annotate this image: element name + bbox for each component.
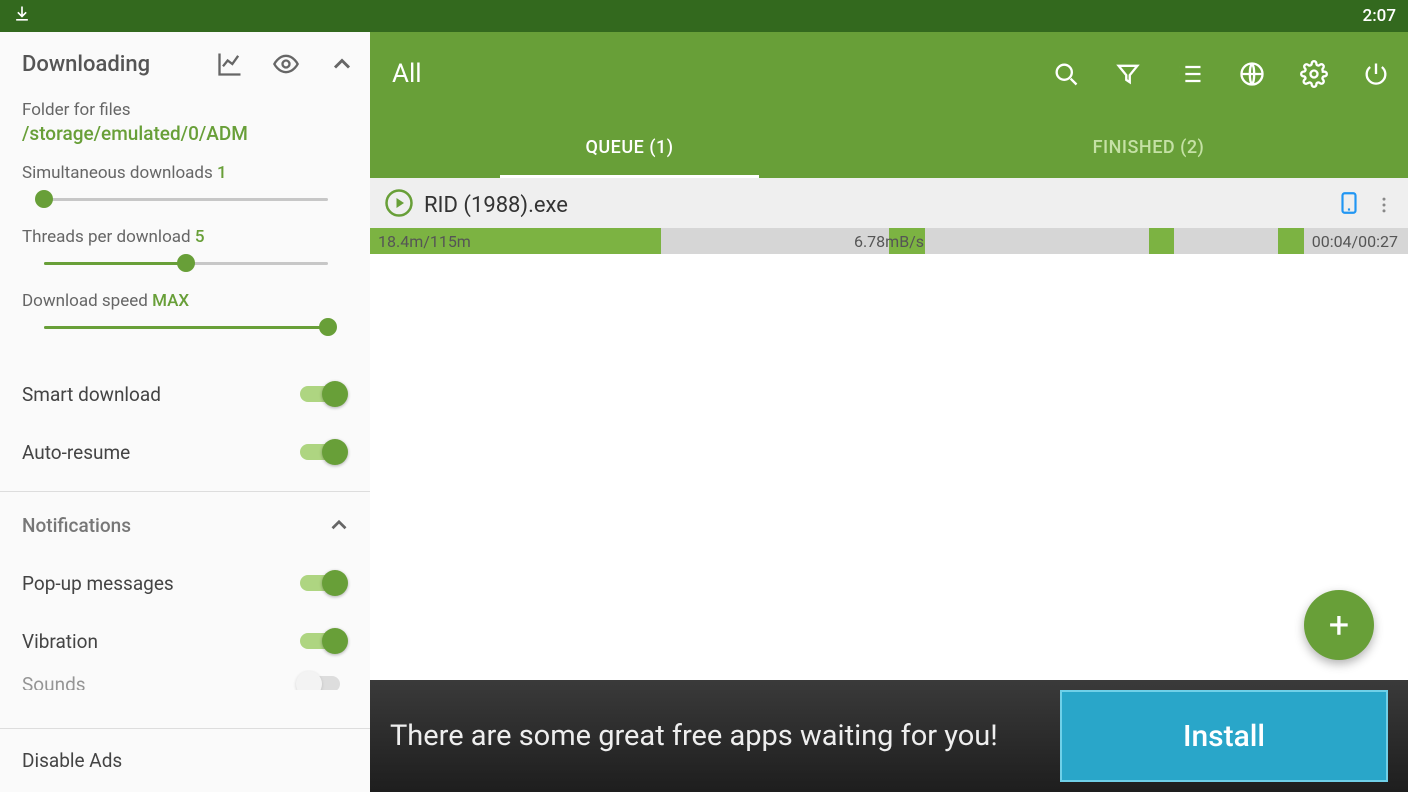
threads-value: 5 — [195, 227, 205, 247]
vibration-label: Vibration — [22, 630, 300, 653]
folder-label: Folder for files — [22, 100, 348, 120]
download-speed: 6.78mB/s — [854, 232, 924, 251]
add-download-fab[interactable]: + — [1304, 590, 1374, 660]
ad-text: There are some great free apps waiting f… — [390, 719, 1060, 753]
collapse-notifications-icon[interactable] — [326, 512, 352, 538]
settings-sidebar: Downloading Folder for files /storage/em… — [0, 32, 370, 792]
status-time: 2:07 — [1363, 6, 1396, 26]
threads-slider[interactable] — [44, 255, 328, 273]
tab-queue[interactable]: QUEUE (1) — [370, 116, 889, 178]
download-item[interactable]: RID (1988).exe 18.4m/115m 6.78mB/s 00:04… — [370, 178, 1408, 254]
smart-download-toggle[interactable] — [300, 381, 344, 407]
disable-ads-label: Disable Ads — [22, 749, 122, 772]
ad-install-button[interactable]: Install — [1060, 690, 1388, 782]
sidebar-section-downloading: Downloading — [22, 52, 216, 77]
tab-queue-label: QUEUE (1) — [585, 137, 673, 158]
toolbar-title: All — [392, 59, 1052, 89]
main-panel: All QUEUE (1) FINISHED (2) — [370, 32, 1408, 792]
smart-download-label: Smart download — [22, 383, 300, 406]
tab-finished-label: FINISHED (2) — [1093, 137, 1205, 158]
notifications-section-title: Notifications — [22, 514, 326, 537]
tab-finished[interactable]: FINISHED (2) — [889, 116, 1408, 178]
device-icon — [1336, 190, 1362, 220]
folder-setting[interactable]: Folder for files /storage/emulated/0/ADM — [0, 96, 370, 159]
threads-label: Threads per download — [22, 227, 195, 247]
popup-toggle[interactable] — [300, 570, 344, 596]
search-icon[interactable] — [1052, 60, 1080, 88]
plus-icon: + — [1329, 604, 1349, 646]
download-size: 18.4m/115m — [378, 232, 471, 251]
speed-value: MAX — [152, 291, 189, 311]
speed-label: Download speed — [22, 291, 152, 311]
vibration-toggle[interactable] — [300, 628, 344, 654]
sounds-label: Sounds — [22, 673, 300, 691]
speed-slider[interactable] — [44, 319, 328, 337]
download-filename: RID (1988).exe — [424, 193, 1336, 218]
list-icon[interactable] — [1176, 60, 1204, 88]
sounds-toggle[interactable] — [300, 671, 344, 690]
auto-resume-toggle[interactable] — [300, 439, 344, 465]
main-toolbar: All — [370, 32, 1408, 116]
power-icon[interactable] — [1362, 60, 1390, 88]
android-status-bar: 2:07 — [0, 0, 1408, 32]
gear-icon[interactable] — [1300, 60, 1328, 88]
simul-label: Simultaneous downloads — [22, 163, 217, 183]
eye-icon[interactable] — [272, 50, 300, 78]
filter-icon[interactable] — [1114, 60, 1142, 88]
folder-path: /storage/emulated/0/ADM — [22, 122, 348, 145]
more-icon[interactable] — [1368, 195, 1400, 215]
collapse-downloading-icon[interactable] — [328, 50, 356, 78]
chart-icon[interactable] — [216, 50, 244, 78]
globe-icon[interactable] — [1238, 60, 1266, 88]
ad-install-label: Install — [1183, 719, 1265, 754]
ad-banner: There are some great free apps waiting f… — [370, 680, 1408, 792]
popup-label: Pop-up messages — [22, 572, 300, 595]
simul-downloads-slider[interactable] — [44, 191, 328, 209]
simul-value: 1 — [217, 163, 227, 183]
disable-ads-button[interactable]: Disable Ads — [0, 728, 370, 792]
download-progress-bar: 18.4m/115m 6.78mB/s 00:04/00:27 — [370, 228, 1408, 254]
tabs: QUEUE (1) FINISHED (2) — [370, 116, 1408, 178]
play-icon[interactable] — [384, 188, 414, 222]
download-notification-icon — [12, 4, 32, 29]
download-time: 00:04/00:27 — [1312, 232, 1398, 251]
auto-resume-label: Auto-resume — [22, 441, 300, 464]
